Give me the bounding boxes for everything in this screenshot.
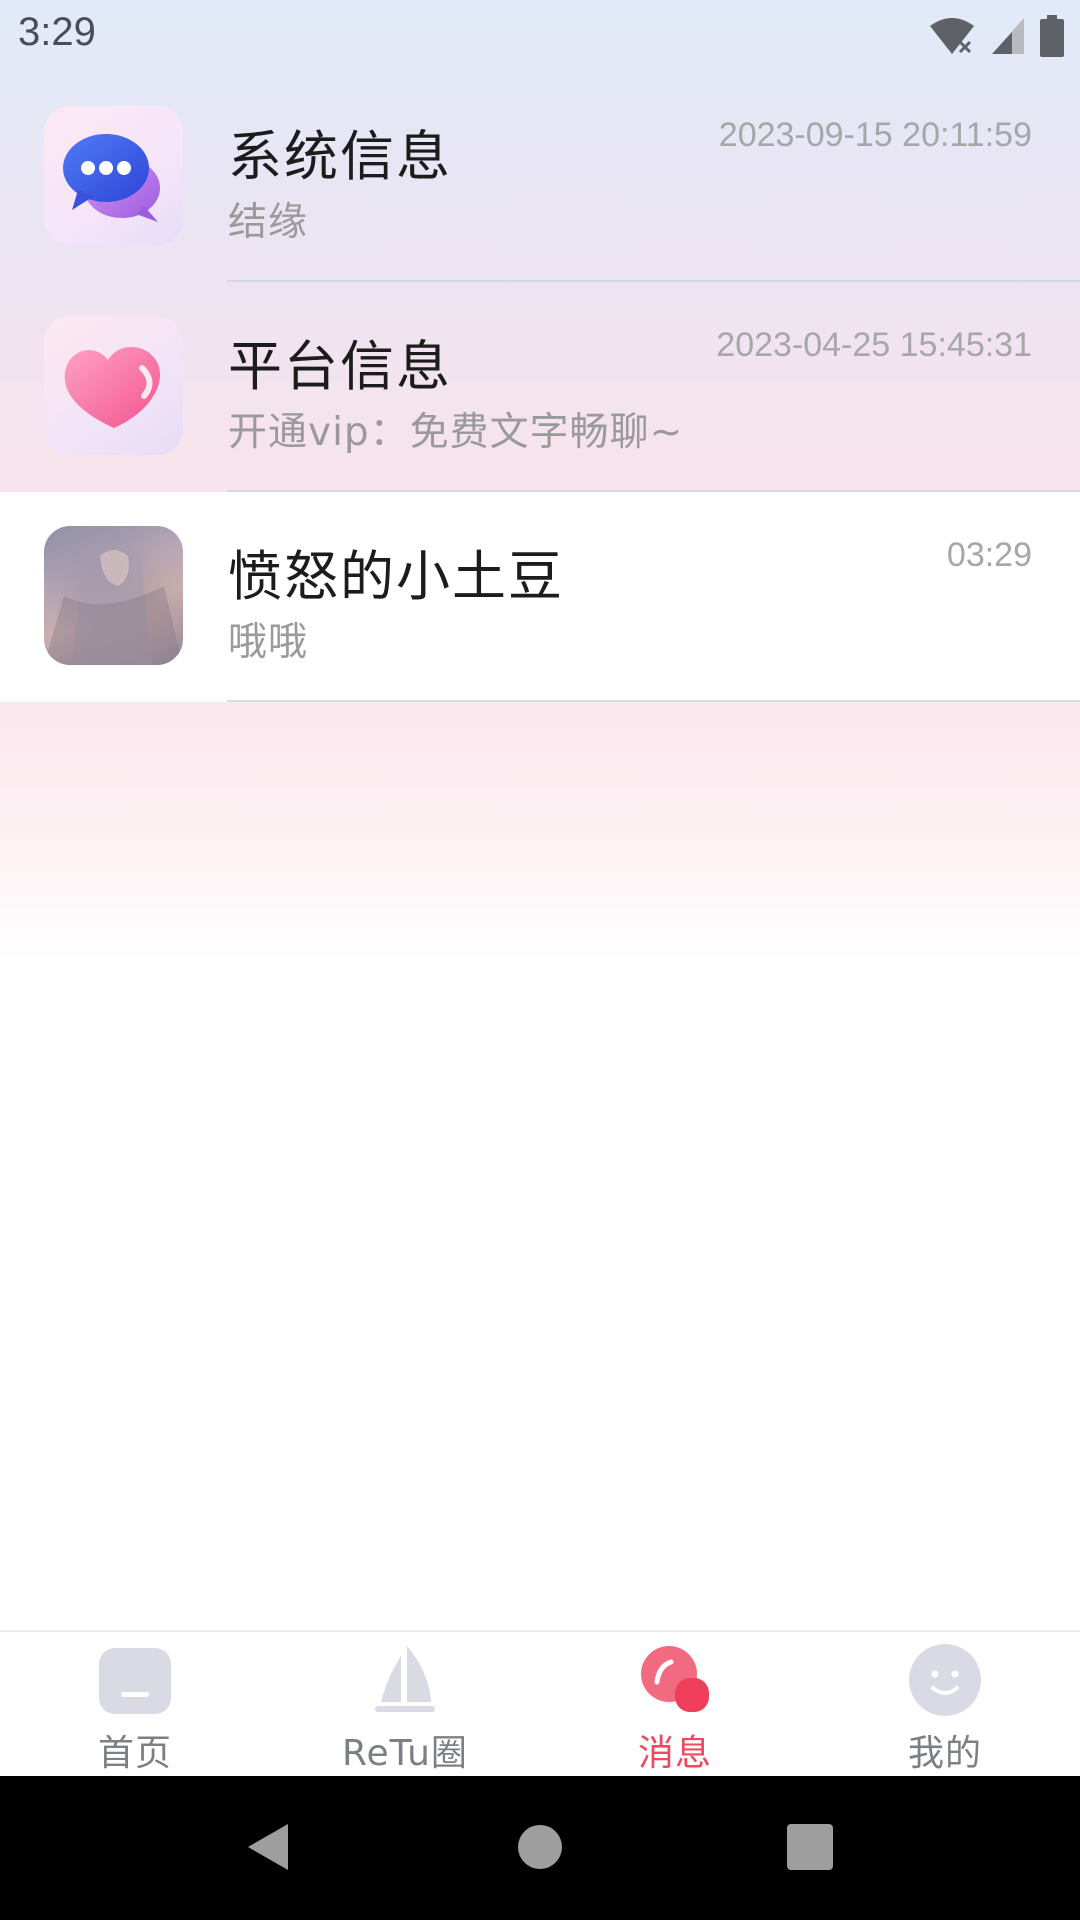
message-time: 2023-09-15 20:11:59 (718, 116, 1032, 154)
home-circle-icon[interactable] (505, 1812, 575, 1882)
smile-icon (907, 1642, 983, 1718)
tab-label: 消息 (637, 1733, 712, 1774)
chat-bubble-icon (44, 106, 183, 245)
status-time: 3:29 (18, 10, 96, 54)
message-time: 03:29 (946, 536, 1032, 574)
recents-icon[interactable] (775, 1812, 845, 1882)
tab-retu[interactable]: ReTu圈 (270, 1632, 540, 1778)
tab-label: 首页 (97, 1733, 172, 1774)
bottom-tab-bar: 首页 ReTu圈 消息 我的 (0, 1630, 1080, 1778)
tab-label: 我的 (907, 1733, 982, 1774)
message-title: 平台信息 (228, 335, 452, 398)
tab-home[interactable]: 首页 (0, 1632, 270, 1778)
back-icon[interactable] (232, 1812, 302, 1882)
screen: 3:29 系统信息 结缘 2023-09-15 20:11:59 平台信息 开通… (0, 0, 1080, 1920)
status-icons (928, 14, 1064, 58)
status-bar: 3:29 (0, 0, 1080, 72)
message-icon (637, 1642, 713, 1718)
tab-mine[interactable]: 我的 (810, 1632, 1080, 1778)
tab-messages[interactable]: 消息 (540, 1632, 810, 1778)
tab-label: ReTu圈 (342, 1733, 468, 1774)
message-preview: 开通vip：免费文字畅聊~ (228, 410, 684, 455)
signal-icon (990, 16, 1026, 56)
battery-icon (1040, 15, 1064, 57)
heart-icon (44, 316, 183, 455)
message-title: 愤怒的小土豆 (228, 545, 564, 608)
home-icon (97, 1642, 173, 1718)
message-preview: 哦哦 (228, 620, 309, 665)
divider (227, 700, 1080, 702)
message-title: 系统信息 (228, 125, 452, 188)
message-item-platform[interactable]: 平台信息 开通vip：免费文字畅聊~ 2023-04-25 15:45:31 (0, 282, 1080, 492)
navigation-bar (0, 1776, 1080, 1920)
wifi-icon (928, 16, 976, 56)
sail-icon (367, 1642, 443, 1718)
message-item-system[interactable]: 系统信息 结缘 2023-09-15 20:11:59 (0, 72, 1080, 282)
message-item-user[interactable]: 愤怒的小土豆 哦哦 03:29 (0, 492, 1080, 702)
message-list: 系统信息 结缘 2023-09-15 20:11:59 平台信息 开通vip：免… (0, 72, 1080, 702)
user-avatar (44, 526, 183, 665)
message-preview: 结缘 (228, 200, 309, 245)
message-time: 2023-04-25 15:45:31 (716, 326, 1032, 364)
